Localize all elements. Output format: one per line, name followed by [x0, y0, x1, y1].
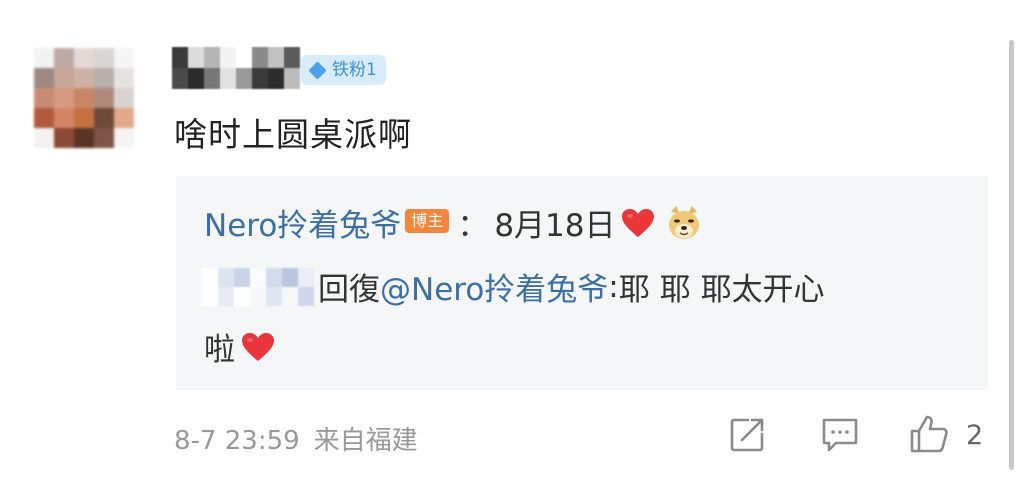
fan-level-badge[interactable]: 铁粉1: [301, 55, 386, 85]
diamond-icon: [308, 60, 327, 80]
red-heart-icon: [242, 332, 274, 361]
replier-name-redacted[interactable]: [202, 267, 314, 306]
reply-author-link[interactable]: Nero拎着兔爷: [204, 200, 401, 245]
timestamp: 8-7 23:59: [174, 426, 300, 456]
scrollbar[interactable]: [1009, 40, 1014, 470]
source-location: 来自福建: [313, 426, 418, 456]
mention-link[interactable]: @Nero拎着兔爷: [380, 264, 608, 309]
reply-box[interactable]: Nero拎着兔爷 博主 ： 8月18日 回復 @Nero拎着兔爷: 耶 耶 耶…: [176, 176, 988, 390]
thumbs-up-icon[interactable]: [908, 413, 950, 455]
reply-word: 回復: [318, 272, 380, 308]
comment-icon[interactable]: [820, 416, 860, 454]
comment-meta: 8-7 23:59 来自福建: [174, 420, 418, 457]
reply-date: 8月18日: [494, 208, 616, 244]
comment-card: 铁粉1 啥时上圆桌派啊 Nero拎着兔爷 博主 ： 8月18日 回復 @Nero…: [0, 0, 1024, 493]
author-reply-line: Nero拎着兔爷 博主 ： 8月18日: [204, 200, 703, 245]
username-redacted[interactable]: [172, 47, 300, 89]
comment-text: 啥时上圆桌派啊: [174, 115, 412, 154]
fan-badge-label: 铁粉1: [332, 60, 377, 80]
doge-emoji-icon: [669, 205, 700, 239]
red-heart-icon: [622, 208, 655, 237]
nested-reply-line: 回復 @Nero拎着兔爷 : 耶 耶 耶太开心: [202, 264, 824, 309]
host-badge: 博主: [405, 208, 450, 233]
reply-text-part2: 啦: [204, 332, 235, 368]
avatar[interactable]: [34, 48, 134, 148]
reply-separator: ：: [457, 208, 489, 244]
reply-colon: :: [608, 268, 619, 305]
share-icon[interactable]: [728, 416, 766, 454]
like-count: 2: [966, 420, 984, 451]
nested-reply-line-cont: 啦: [204, 324, 275, 369]
reply-text-part1: 耶 耶 耶太开心: [618, 272, 825, 308]
